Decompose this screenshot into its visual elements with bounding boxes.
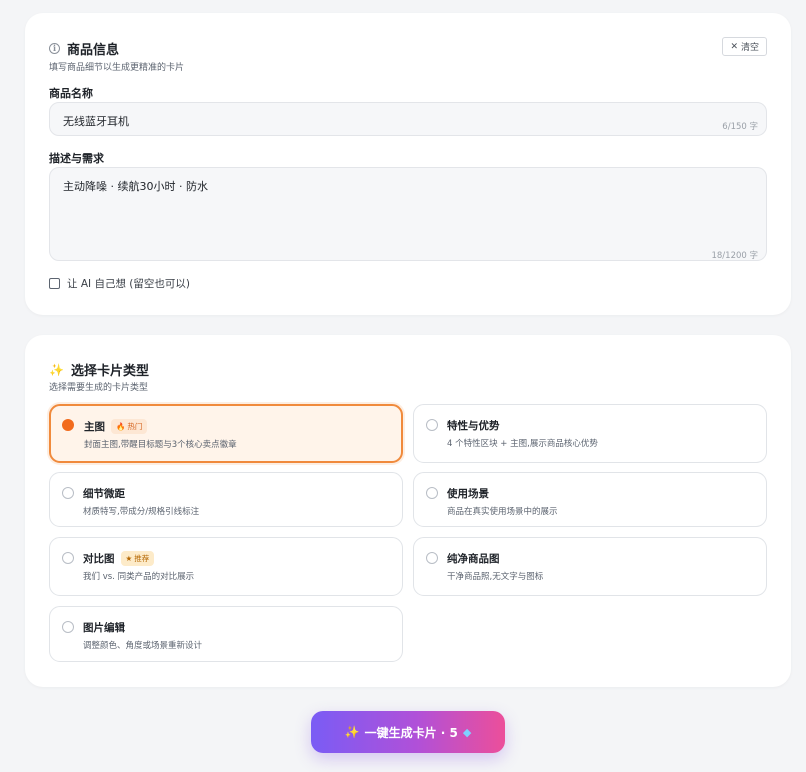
section-subtitle: 填写商品细节以生成更精准的卡片: [49, 63, 185, 73]
description-textarea[interactable]: 主动降噪 · 续航30小时 · 防水 18/1200 字: [49, 167, 767, 261]
radio-unselected[interactable]: [62, 621, 74, 633]
option-desc: 封面主图,带醒目标题与3个核心卖点徽章: [84, 440, 237, 450]
card-type-edit[interactable]: 图片编辑 调整颜色、角度或场景重新设计: [49, 606, 403, 662]
generate-button[interactable]: ✨ 一键生成卡片 · 5 ◆: [311, 711, 505, 753]
section-title: 商品信息: [67, 43, 120, 58]
radio-unselected[interactable]: [426, 419, 438, 431]
radio-unselected[interactable]: [426, 552, 438, 564]
card-type-scene[interactable]: 使用场景 商品在真实使用场景中的展示: [413, 472, 767, 527]
card-type-compare[interactable]: 对比图 ★ 推荐 我们 vs. 同类产品的对比展示: [49, 537, 403, 596]
radio-unselected[interactable]: [62, 487, 74, 499]
ai-think-label: 让 AI 自己想 (留空也可以): [67, 278, 190, 290]
description-value: 主动降噪 · 续航30小时 · 防水: [63, 180, 208, 193]
ai-think-option[interactable]: 让 AI 自己想 (留空也可以): [49, 276, 190, 291]
radio-selected[interactable]: [62, 419, 74, 431]
section-title: 选择卡片类型: [70, 364, 149, 379]
option-title: 图片编辑: [83, 622, 125, 634]
card-type-main[interactable]: 主图 🔥 热门 封面主图,带醒目标题与3个核心卖点徽章: [49, 404, 403, 463]
card-type-clean[interactable]: 纯净商品图 干净商品照,无文字与图标: [413, 537, 767, 596]
card-type-header: ✨ 选择卡片类型: [49, 360, 149, 380]
info-icon: i: [49, 43, 60, 54]
option-desc: 商品在真实使用场景中的展示: [447, 507, 558, 517]
section-subtitle: 选择需要生成的卡片类型: [49, 383, 149, 393]
option-title: 使用场景: [447, 488, 489, 500]
option-desc: 调整颜色、角度或场景重新设计: [83, 641, 203, 651]
hot-badge: 🔥 热门: [111, 419, 148, 434]
product-name-value: 无线蓝牙耳机: [63, 115, 129, 128]
radio-unselected[interactable]: [426, 487, 438, 499]
option-desc: 材质特写,带成分/规格引线标注: [83, 507, 200, 517]
generate-label: 一键生成卡片 · 5: [364, 725, 458, 740]
close-icon: ✕: [730, 41, 738, 52]
product-info-card: i 商品信息 填写商品细节以生成更精准的卡片 ✕ 清空 商品名称 无线蓝牙耳机 …: [25, 13, 791, 315]
option-title: 纯净商品图: [447, 553, 500, 565]
product-info-header: i 商品信息: [49, 39, 119, 58]
star-icon: ★: [125, 554, 133, 563]
option-title: 细节微距: [83, 488, 125, 500]
ai-think-checkbox[interactable]: [49, 278, 60, 289]
gem-icon: ◆: [462, 725, 472, 739]
option-desc: 我们 vs. 同类产品的对比展示: [83, 572, 195, 582]
option-title: 特性与优势: [447, 420, 500, 432]
option-title: 主图: [84, 421, 105, 433]
option-title: 对比图: [83, 553, 115, 565]
sparkle-icon: ✨: [344, 725, 360, 739]
product-name-counter: 6/150 字: [722, 122, 758, 132]
recommend-badge: ★ 推荐: [120, 551, 155, 566]
product-name-label: 商品名称: [49, 87, 93, 100]
option-desc: 4 个特性区块 + 主图,展示商品核心优势: [447, 439, 598, 449]
badge-label: 热门: [127, 422, 143, 431]
option-desc: 干净商品照,无文字与图标: [447, 572, 544, 582]
clear-button-label: 清空: [740, 43, 759, 53]
badge-label: 推荐: [134, 554, 150, 563]
description-label: 描述与需求: [49, 152, 104, 165]
card-type-card: ✨ 选择卡片类型 选择需要生成的卡片类型 主图 🔥 热门 封面主图,带醒目标题与…: [25, 335, 791, 687]
clear-button[interactable]: ✕ 清空: [722, 37, 767, 56]
radio-unselected[interactable]: [62, 552, 74, 564]
fire-icon: 🔥: [116, 422, 126, 431]
card-type-features[interactable]: 特性与优势 4 个特性区块 + 主图,展示商品核心优势: [413, 404, 767, 463]
description-counter: 18/1200 字: [711, 251, 758, 261]
sparkle-icon: ✨: [49, 362, 64, 377]
product-name-input[interactable]: 无线蓝牙耳机 6/150 字: [49, 102, 767, 136]
card-type-detail[interactable]: 细节微距 材质特写,带成分/规格引线标注: [49, 472, 403, 527]
